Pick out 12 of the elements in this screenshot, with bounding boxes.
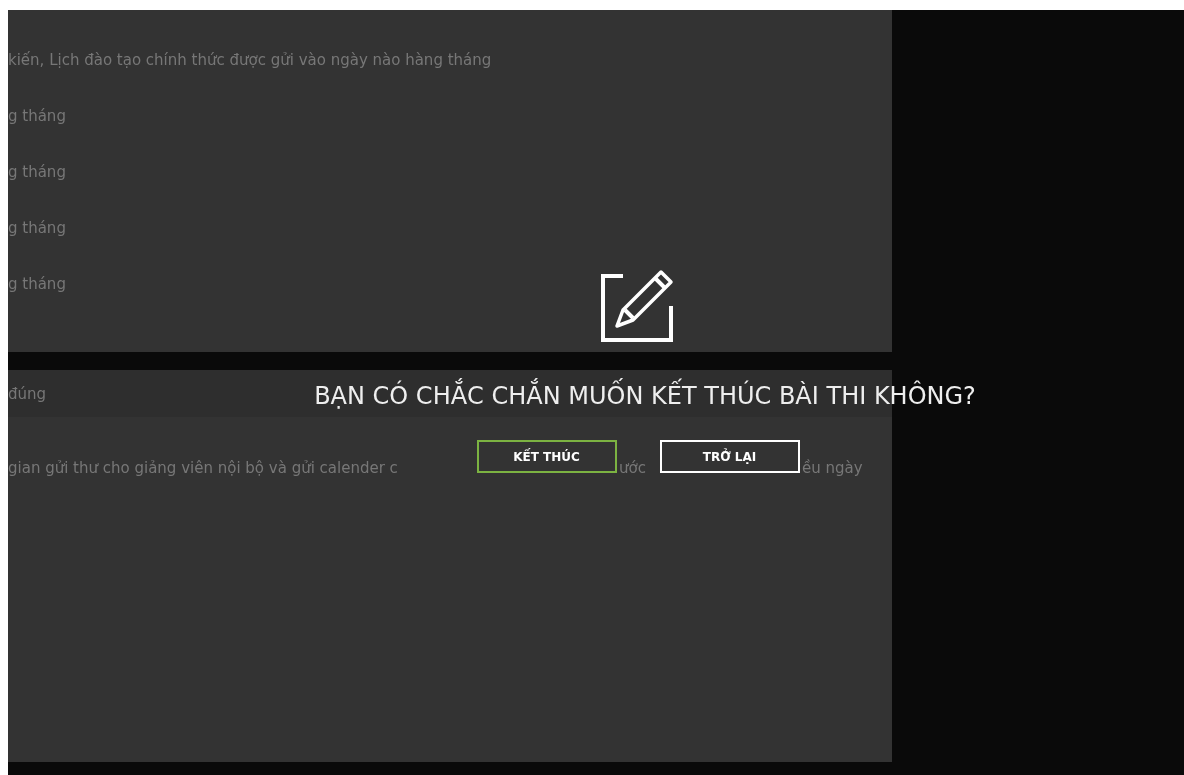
question-text: ước — [619, 459, 647, 477]
answer-header-text: đúng — [8, 384, 47, 403]
question-text: ều ngày — [802, 459, 863, 477]
question-text: kiến, Lịch đào tạo chính thức được gửi vào ngày nào hàng tháng — [8, 50, 492, 71]
question-text: g tháng — [8, 274, 66, 295]
question-text: g tháng — [8, 218, 66, 239]
finish-button[interactable]: KẾT THÚC — [476, 440, 617, 473]
question-text: g tháng — [8, 106, 66, 127]
edit-icon — [599, 268, 675, 344]
back-button[interactable]: TRỞ LẠI — [659, 440, 800, 473]
question-text: gian gửi thư cho giảng viên nội bộ và gửi calender c — [8, 459, 399, 477]
question-text: g tháng — [8, 162, 66, 183]
